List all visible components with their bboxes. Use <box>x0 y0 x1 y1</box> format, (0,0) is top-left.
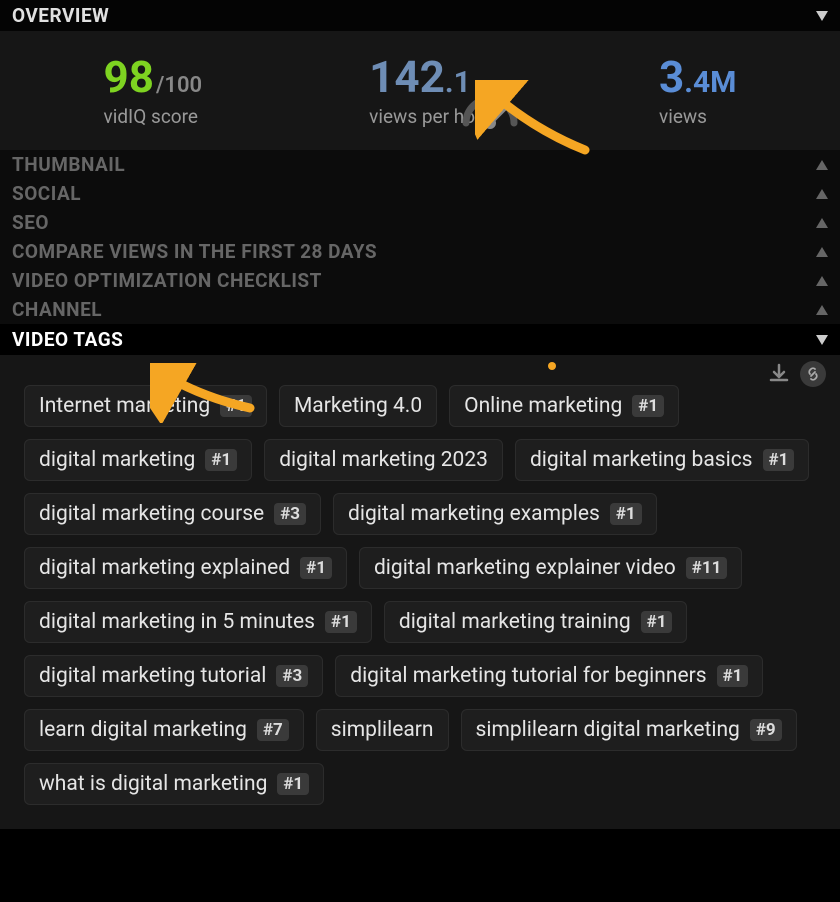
tag[interactable]: digital marketing basics #1 <box>515 439 809 481</box>
vph-value: 142 .1 <box>369 55 471 99</box>
tag-text: digital marketing basics <box>530 448 753 472</box>
tag[interactable]: simplilearn <box>316 709 449 751</box>
caret-up-icon <box>816 305 828 315</box>
tag[interactable]: digital marketing 2023 <box>264 439 503 481</box>
tag-text: digital marketing tutorial <box>39 664 266 688</box>
views-label: views <box>659 105 707 128</box>
stat-views: 3 .4M views <box>659 55 736 128</box>
section-header-channel[interactable]: CHANNEL <box>0 295 840 324</box>
vph-number: 142 <box>369 55 445 99</box>
tag-rank: #1 <box>220 395 252 417</box>
tag-text: simplilearn digital marketing <box>476 718 740 742</box>
download-icon[interactable] <box>766 361 792 387</box>
tag-text: digital marketing explainer video <box>374 556 676 580</box>
score-number: 98 <box>104 55 155 99</box>
views-decimal-suffix: .4M <box>684 68 736 98</box>
caret-down-icon <box>816 335 828 345</box>
tag-rank: #1 <box>205 449 237 471</box>
tag-text: simplilearn <box>331 718 434 742</box>
section-header-checklist[interactable]: VIDEO OPTIMIZATION CHECKLIST <box>0 266 840 295</box>
caret-up-icon <box>816 160 828 170</box>
section-header-social[interactable]: SOCIAL <box>0 179 840 208</box>
tag-rank: #7 <box>257 719 289 741</box>
section-header-seo[interactable]: SEO <box>0 208 840 237</box>
tag-text: digital marketing 2023 <box>279 448 488 472</box>
section-header-compare[interactable]: COMPARE VIEWS IN THE FIRST 28 DAYS <box>0 237 840 266</box>
tag-text: digital marketing tutorial for beginners <box>350 664 706 688</box>
tag-text: digital marketing course <box>39 502 264 526</box>
section-header-tags[interactable]: VIDEO TAGS <box>0 324 840 355</box>
tag-text: what is digital marketing <box>39 772 267 796</box>
stat-score: 98 /100 vidIQ score <box>104 55 203 128</box>
tag-rank: #1 <box>717 665 749 687</box>
tag-rank: #1 <box>632 395 664 417</box>
section-label-thumbnail: THUMBNAIL <box>12 153 125 176</box>
tag-rank: #3 <box>274 503 306 525</box>
tag-text: digital marketing <box>39 448 195 472</box>
views-value: 3 .4M <box>659 55 736 99</box>
link-icon[interactable] <box>800 361 826 387</box>
tags-list: Internet marketing #1 Marketing 4.0 Online … <box>24 385 816 805</box>
tag[interactable]: digital marketing course #3 <box>24 493 321 535</box>
tag[interactable]: learn digital marketing #7 <box>24 709 304 751</box>
tags-toolbar <box>766 361 826 387</box>
caret-up-icon <box>816 276 828 286</box>
tag[interactable]: digital marketing tutorial #3 <box>24 655 323 697</box>
section-label-channel: CHANNEL <box>12 298 102 321</box>
tag-rank: #1 <box>610 503 642 525</box>
section-label-tags: VIDEO TAGS <box>12 328 123 351</box>
tags-container: Internet marketing #1 Marketing 4.0 Online … <box>0 355 840 829</box>
caret-up-icon <box>816 189 828 199</box>
score-value: 98 /100 <box>104 55 203 99</box>
tag[interactable]: Internet marketing #1 <box>24 385 267 427</box>
tag[interactable]: digital marketing #1 <box>24 439 252 481</box>
gauge-icon <box>460 87 520 133</box>
tag-rank: #1 <box>325 611 357 633</box>
tag[interactable]: digital marketing training #1 <box>384 601 688 643</box>
caret-up-icon <box>816 218 828 228</box>
views-number: 3 <box>659 55 684 99</box>
tag-text: digital marketing training <box>399 610 631 634</box>
section-label-checklist: VIDEO OPTIMIZATION CHECKLIST <box>12 269 322 292</box>
tag[interactable]: Marketing 4.0 <box>279 385 437 427</box>
tag-rank: #1 <box>277 773 309 795</box>
tag-rank: #9 <box>750 719 782 741</box>
tag[interactable]: digital marketing explainer video #11 <box>359 547 742 589</box>
caret-up-icon <box>816 247 828 257</box>
tag-text: learn digital marketing <box>39 718 247 742</box>
tag-text: digital marketing examples <box>348 502 600 526</box>
tag-rank: #11 <box>686 557 728 579</box>
tag[interactable]: Online marketing #1 <box>449 385 679 427</box>
tag-text: Internet marketing <box>39 394 210 418</box>
section-label-overview: OVERVIEW <box>12 4 109 27</box>
tag-text: digital marketing explained <box>39 556 290 580</box>
tag-rank: #1 <box>763 449 795 471</box>
tag[interactable]: simplilearn digital marketing #9 <box>461 709 797 751</box>
section-label-social: SOCIAL <box>12 182 81 205</box>
tag[interactable]: digital marketing explained #1 <box>24 547 347 589</box>
section-label-compare: COMPARE VIEWS IN THE FIRST 28 DAYS <box>12 240 377 263</box>
tag-rank: #1 <box>300 557 332 579</box>
tag-text: digital marketing in 5 minutes <box>39 610 315 634</box>
score-denom: /100 <box>156 75 202 97</box>
tag[interactable]: digital marketing examples #1 <box>333 493 657 535</box>
tag-rank: #1 <box>641 611 673 633</box>
tag[interactable]: what is digital marketing #1 <box>24 763 324 805</box>
tag[interactable]: digital marketing in 5 minutes #1 <box>24 601 372 643</box>
overview-stats: 98 /100 vidIQ score 142 .1 views per hou… <box>0 31 840 150</box>
section-label-seo: SEO <box>12 211 49 234</box>
score-label: vidIQ score <box>104 105 198 128</box>
caret-down-icon <box>816 11 828 21</box>
tag-rank: #3 <box>276 665 308 687</box>
tag-text: Online marketing <box>464 394 622 418</box>
tag-text: Marketing 4.0 <box>294 394 422 418</box>
tag[interactable]: digital marketing tutorial for beginners… <box>335 655 763 697</box>
section-header-thumbnail[interactable]: THUMBNAIL <box>0 150 840 179</box>
section-header-overview[interactable]: OVERVIEW <box>0 0 840 31</box>
